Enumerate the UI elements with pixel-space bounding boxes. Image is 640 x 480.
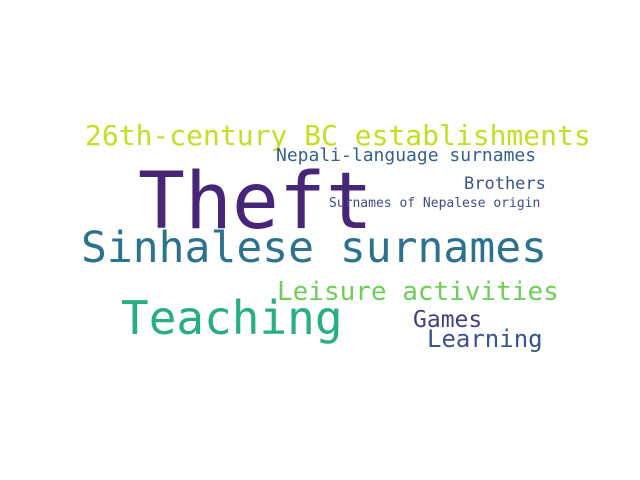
- word-cloud: 26th-century BC establishments Nepali-la…: [0, 0, 640, 480]
- word-surnames-of-nepalese-origin: Surnames of Nepalese origin: [329, 196, 541, 211]
- word-teaching: Teaching: [121, 291, 343, 345]
- word-brothers: Brothers: [464, 174, 546, 194]
- word-sinhalese-surnames: Sinhalese surnames: [81, 223, 547, 273]
- word-learning: Learning: [427, 325, 543, 353]
